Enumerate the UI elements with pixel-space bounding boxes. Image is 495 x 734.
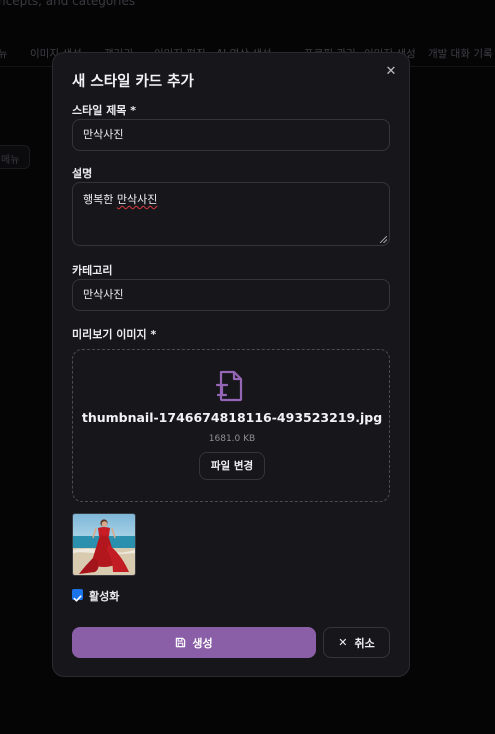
image-dropzone[interactable]: thumbnail-1746674818116-493523219.jpg 16… — [72, 349, 390, 502]
description-misspelled-word: 만삭사진 — [116, 193, 158, 206]
title-field-label: 스타일 제목 * — [72, 104, 137, 117]
description-textarea[interactable]: 행복한 만삭사진 — [72, 182, 390, 246]
cancel-button-label: 취소 — [354, 636, 375, 650]
file-name: thumbnail-1746674818116-493523219.jpg — [81, 410, 383, 425]
file-type-icon — [215, 370, 243, 402]
description-text: 행복한 — [83, 193, 117, 206]
title-input-value: 만삭사진 — [83, 128, 124, 141]
checkmark-icon — [73, 595, 82, 602]
dialog-title: 새 스타일 카드 추가 — [72, 74, 194, 90]
preview-thumbnail-image — [73, 514, 135, 575]
create-button-label: 생성 — [192, 636, 213, 650]
category-field-label: 카테고리 — [72, 264, 113, 277]
background-tab: 개발 대화 기록 — [428, 48, 493, 60]
change-file-button[interactable]: 파일 변경 — [199, 452, 265, 480]
category-input-value: 만삭사진 — [83, 288, 124, 301]
description-field-label: 설명 — [72, 167, 93, 180]
background-menu-button: 메뉴 — [0, 145, 30, 169]
active-checkbox[interactable] — [72, 589, 83, 602]
add-style-card-dialog: 새 스타일 카드 추가 ✕ 스타일 제목 * 만삭사진 설명 행복한 만삭사진 … — [52, 52, 410, 677]
resize-handle-icon[interactable] — [380, 236, 387, 243]
close-icon: ✕ — [338, 636, 348, 649]
cancel-button[interactable]: ✕ 취소 — [323, 627, 390, 658]
background-subtitle: ncepts, and categories — [0, 0, 136, 8]
background-tab: 뉴 — [0, 48, 8, 60]
preview-thumbnail — [72, 513, 136, 576]
preview-image-label: 미리보기 이미지 * — [72, 328, 157, 341]
file-size: 1681.0 KB — [208, 434, 256, 444]
category-input[interactable]: 만삭사진 — [72, 279, 390, 311]
title-input[interactable]: 만삭사진 — [72, 119, 390, 151]
create-button[interactable]: 생성 — [72, 627, 316, 658]
close-icon[interactable]: ✕ — [384, 65, 398, 79]
save-icon — [176, 637, 186, 648]
active-checkbox-label: 활성화 — [89, 590, 120, 603]
